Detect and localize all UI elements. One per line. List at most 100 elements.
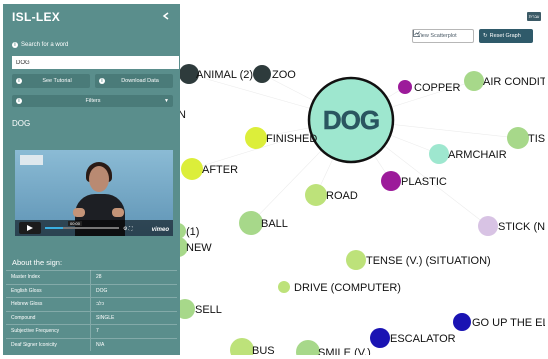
graph-node-circle[interactable] [507, 127, 529, 149]
sign-network-graph[interactable]: ANIMAL (2) ZOO COPPER AIR CONDIT DOG FINISHED… [180, 4, 545, 355]
graph-canvas[interactable]: ANIMAL (2) ZOO COPPER AIR CONDIT DOG FINISHED… [180, 4, 545, 355]
video-logo [20, 155, 43, 165]
video-progress-fill [45, 227, 63, 229]
graph-node-zoo[interactable]: ZOO [253, 65, 296, 83]
graph-node-circle[interactable] [453, 313, 471, 331]
graph-node-animal-2[interactable]: ANIMAL (2) [180, 64, 253, 84]
graph-node-circle[interactable] [245, 127, 267, 149]
filters-label: Filters [85, 98, 101, 104]
info-row-label: Compound [6, 310, 91, 325]
graph-node-circle[interactable] [253, 65, 271, 83]
collapse-sidebar-icon[interactable] [160, 11, 172, 23]
graph-node-label: (1) [186, 226, 199, 238]
language-toggle-button[interactable]: עברית [527, 12, 541, 21]
info-row-value: 28 [90, 270, 177, 284]
graph-node-circle[interactable] [398, 80, 412, 94]
graph-node-tense-v-situation[interactable]: TENSE (V.) (SITUATION) [346, 250, 491, 270]
graph-node-label: DRIVE (COMPUTER) [294, 282, 401, 294]
graph-node-smile-v[interactable]: SMILE (V.) [296, 340, 371, 355]
graph-node-1[interactable]: (1) [180, 223, 199, 239]
info-row-label: English Gloss [6, 283, 91, 298]
info-row-label: Deaf Signer Iconicity [6, 337, 91, 351]
sign-video-player[interactable]: 00:00 ⚙ ⛶ vimeo [15, 150, 173, 236]
graph-node-ball[interactable]: BALL [239, 211, 288, 235]
info-row-value: 7 [90, 324, 177, 338]
graph-node-circle[interactable] [180, 299, 195, 319]
signer-head [89, 166, 109, 192]
graph-node-after[interactable]: AFTER [181, 158, 238, 180]
graph-node-label: ANIMAL (2) [196, 69, 253, 81]
graph-node-label: N [180, 109, 186, 121]
graph-node-circle[interactable] [181, 158, 203, 180]
graph-node-circle[interactable] [305, 184, 327, 206]
graph-node-label: NEW [186, 242, 212, 254]
graph-node-label: BALL [261, 218, 288, 230]
selected-word: DOG [12, 119, 31, 128]
signer-hand-right [112, 208, 124, 217]
graph-node-circle[interactable] [381, 171, 401, 191]
info-row: Hebrew Gloss כלב [6, 297, 177, 311]
graph-node-circle[interactable] [278, 281, 290, 293]
search-label: i Search for a word [12, 42, 180, 48]
graph-node-tis[interactable]: TIS [507, 127, 545, 149]
graph-node-dog[interactable]: DOG [307, 76, 395, 164]
graph-node-air-condit[interactable]: AIR CONDIT [464, 71, 545, 91]
info-row-label: Hebrew Gloss [6, 297, 91, 311]
graph-node-sell[interactable]: SELL [180, 299, 222, 319]
info-icon: i [16, 78, 22, 84]
video-settings-icon[interactable]: ⚙ ⛶ [123, 226, 132, 232]
graph-node-label: COPPER [414, 82, 461, 94]
graph-node-circle[interactable] [464, 71, 484, 91]
graph-node-circle[interactable] [370, 328, 390, 348]
graph-node-circle[interactable] [239, 211, 263, 235]
graph-node-drive-computer[interactable]: DRIVE (COMPUTER) [278, 281, 401, 294]
play-button[interactable] [19, 222, 41, 234]
info-row-label: Subjective Frequency [6, 324, 91, 338]
info-row-label: Master Index [6, 270, 91, 284]
signer-hand-left [73, 208, 85, 217]
graph-node-circle[interactable] [429, 144, 449, 164]
graph-node-label: AIR CONDIT [483, 76, 545, 88]
vimeo-logo[interactable]: vimeo [152, 227, 169, 233]
see-tutorial-button[interactable]: i See Tutorial [12, 74, 90, 88]
graph-node-stick-n[interactable]: STICK (N [478, 216, 545, 236]
reset-icon: ↻ [483, 33, 488, 39]
graph-node-label: ROAD [326, 190, 358, 202]
graph-node-new[interactable]: NEW [180, 237, 212, 257]
video-time: 00:00 [68, 221, 83, 226]
info-icon[interactable]: i [12, 42, 18, 48]
app-title: ISL-LEX [12, 10, 61, 24]
graph-node-label: AFTER [202, 164, 238, 176]
graph-node-copper[interactable]: COPPER [398, 80, 461, 94]
graph-node-circle[interactable] [346, 250, 366, 270]
see-tutorial-label: See Tutorial [42, 78, 72, 84]
graph-node-label: PLASTIC [401, 176, 447, 188]
reset-graph-button[interactable]: ↻ Reset Graph [479, 29, 533, 43]
view-scatterplot-button[interactable]: View Scatterplot [412, 29, 474, 43]
graph-node-label: ARMCHAIR [448, 149, 507, 161]
graph-node-go-up-the-el[interactable]: GO UP THE EL [453, 313, 545, 331]
info-row-value: N/A [90, 337, 177, 351]
graph-node-n[interactable]: N [180, 109, 186, 121]
graph-node-bus[interactable]: BUS [230, 338, 275, 355]
graph-node-label: ESCALATOR [390, 333, 456, 345]
chevron-down-icon: ▼ [164, 98, 169, 104]
graph-node-road[interactable]: ROAD [305, 184, 358, 206]
download-data-button[interactable]: i Download Data [95, 74, 173, 88]
download-data-label: Download Data [121, 78, 159, 84]
graph-node-circle[interactable] [230, 338, 254, 355]
search-input[interactable] [12, 56, 179, 69]
graph-node-circle[interactable] [296, 340, 320, 355]
search-label-text: Search for a word [21, 42, 69, 48]
filters-dropdown[interactable]: i Filters ▼ [12, 95, 173, 107]
graph-node-label: STICK (N [498, 221, 545, 233]
graph-node-escalator[interactable]: ESCALATOR [370, 328, 456, 348]
sidebar-header: ISL-LEX [3, 4, 180, 24]
sidebar: ISL-LEX i Search for a word i See Tutori… [3, 4, 180, 355]
graph-node-finished[interactable]: FINISHED [245, 127, 317, 149]
graph-node-plastic[interactable]: PLASTIC [381, 171, 447, 191]
graph-node-armchair[interactable]: ARMCHAIR [429, 144, 507, 164]
info-row: Deaf Signer Iconicity N/A [6, 337, 177, 351]
info-row: Subjective Frequency 7 [6, 324, 177, 338]
graph-node-circle[interactable] [478, 216, 498, 236]
